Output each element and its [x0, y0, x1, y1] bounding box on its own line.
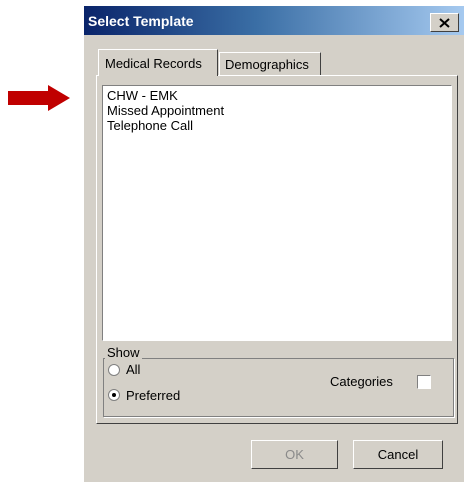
- radio-preferred-label[interactable]: Preferred: [126, 388, 180, 403]
- tab-medical-records[interactable]: Medical Records: [98, 49, 218, 76]
- ok-button[interactable]: OK: [251, 440, 338, 469]
- radio-preferred[interactable]: [108, 389, 120, 401]
- close-button[interactable]: [430, 13, 459, 32]
- radio-selected-dot: [112, 393, 116, 397]
- radio-all[interactable]: [108, 364, 120, 376]
- categories-label: Categories: [330, 374, 393, 389]
- tab-label: Demographics: [225, 57, 309, 72]
- title-bar[interactable]: Select Template: [84, 6, 464, 35]
- cancel-button[interactable]: Cancel: [353, 440, 443, 469]
- radio-all-label[interactable]: All: [126, 362, 140, 377]
- cancel-button-label: Cancel: [377, 447, 419, 462]
- annotation-arrow-icon: [8, 85, 70, 111]
- tab-demographics[interactable]: Demographics: [219, 52, 321, 75]
- select-template-dialog: Select Template Medical Records Demograp…: [83, 6, 464, 482]
- categories-checkbox[interactable]: [417, 375, 431, 389]
- show-group-legend: Show: [105, 345, 142, 360]
- ok-button-label: OK: [285, 447, 304, 462]
- list-item[interactable]: Missed Appointment: [107, 103, 224, 118]
- window-title: Select Template: [88, 13, 194, 29]
- list-item[interactable]: CHW - EMK: [107, 88, 178, 103]
- template-list[interactable]: CHW - EMK Missed Appointment Telephone C…: [102, 85, 452, 341]
- close-icon: [439, 17, 450, 28]
- list-item[interactable]: Telephone Call: [107, 118, 193, 133]
- tab-label: Medical Records: [105, 56, 202, 71]
